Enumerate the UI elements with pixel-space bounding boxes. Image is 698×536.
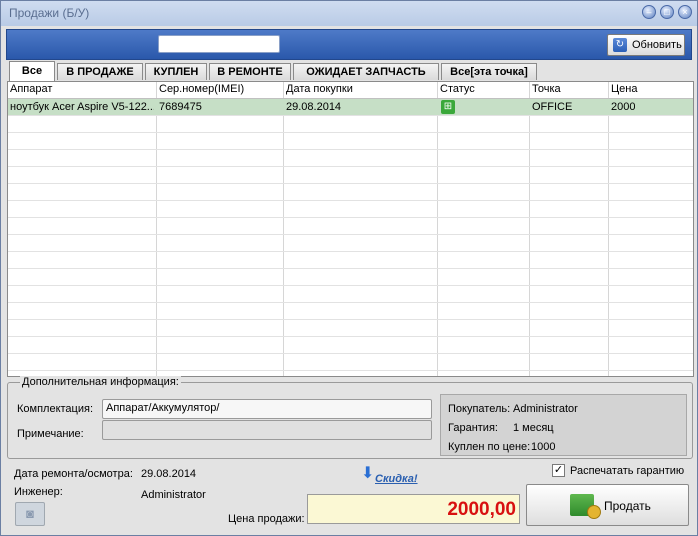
column-header[interactable]: Статус — [440, 83, 475, 95]
table-row[interactable] — [8, 116, 693, 133]
tab-bought[interactable]: КУПЛЕН — [145, 63, 207, 80]
bought-price-value: 1000 — [531, 441, 556, 453]
warranty-label: Гарантия: — [448, 422, 498, 434]
tab-in-repair[interactable]: В РЕМОНТЕ — [209, 63, 291, 80]
kit-field[interactable]: Аппарат/Аккумулятор/ — [102, 399, 432, 419]
table-row[interactable] — [8, 184, 693, 201]
table-row[interactable] — [8, 303, 693, 320]
buyer-info-box: Покупатель: Administrator Гарантия: 1 ме… — [440, 394, 687, 456]
note-label: Примечание: — [17, 428, 84, 440]
toolbar: ↻ Обновить — [6, 29, 692, 60]
buyer-value: Administrator — [513, 403, 578, 415]
table-row[interactable] — [8, 150, 693, 167]
tab-all-this-point[interactable]: Все[эта точка] — [441, 63, 537, 80]
sale-price-label: Цена продажи: — [228, 513, 305, 525]
column-header[interactable]: Дата покупки — [286, 83, 353, 95]
engineer-value: Administrator — [141, 489, 206, 501]
additional-info-legend: Дополнительная информация: — [20, 376, 181, 388]
refresh-button[interactable]: ↻ Обновить — [607, 34, 685, 56]
tab-for-sale[interactable]: В ПРОДАЖЕ — [57, 63, 143, 80]
discount-label: Скидка! — [375, 473, 418, 485]
additional-info-panel: Дополнительная информация: Комплектация:… — [7, 376, 693, 459]
warranty-value: 1 месяц — [513, 422, 554, 434]
table-row[interactable] — [8, 269, 693, 286]
items-grid[interactable]: Аппарат Сер.номер(IMEI) Дата покупки Ста… — [7, 81, 694, 377]
maximize-icon[interactable]: □ — [660, 5, 674, 19]
close-icon[interactable]: × — [678, 5, 692, 19]
search-input[interactable] — [158, 35, 280, 53]
column-header[interactable]: Точка — [532, 83, 561, 95]
bought-price-label: Куплен по цене: — [448, 441, 531, 453]
column-header[interactable]: Аппарат — [10, 83, 52, 95]
minimize-icon[interactable]: – — [642, 5, 656, 19]
sale-price-field[interactable]: 2000,00 — [307, 494, 520, 524]
buyer-label: Покупатель: — [448, 403, 511, 415]
table-row[interactable] — [8, 252, 693, 269]
table-row[interactable] — [8, 201, 693, 218]
window-title: Продажи (Б/У) — [9, 6, 90, 20]
table-row[interactable] — [8, 320, 693, 337]
print-warranty-label: Распечатать гарантию — [570, 465, 685, 477]
camera-icon[interactable]: ◙ — [15, 502, 45, 526]
repair-date-value: 29.08.2014 — [141, 468, 197, 480]
point-cell: OFFICE — [532, 101, 573, 113]
refresh-label: Обновить — [632, 39, 682, 51]
engineer-label: Инженер: — [14, 486, 63, 498]
print-warranty-checkbox[interactable]: ✓ — [552, 464, 565, 477]
table-row[interactable] — [8, 354, 693, 371]
table-row[interactable] — [8, 337, 693, 354]
table-row[interactable] — [8, 235, 693, 252]
price-cell: 2000 — [611, 101, 636, 113]
serial-cell: 7689475 — [159, 101, 202, 113]
table-row[interactable] — [8, 133, 693, 150]
device-cell: ноутбук Acer Aspire V5-122... — [10, 101, 154, 113]
note-field[interactable] — [102, 420, 432, 440]
tab-awaiting-part[interactable]: ОЖИДАЕТ ЗАПЧАСТЬ — [293, 63, 439, 80]
table-row[interactable] — [8, 218, 693, 235]
coin-icon — [587, 505, 601, 519]
table-row[interactable] — [8, 167, 693, 184]
repair-date-label: Дата ремонта/осмотра: — [14, 468, 133, 480]
sell-label: Продать — [604, 499, 651, 513]
sales-window: Продажи (Б/У) – □ × ↻ Обновить Все В ПРО… — [0, 0, 698, 536]
column-header[interactable]: Сер.номер(IMEI) — [159, 83, 244, 95]
refresh-icon: ↻ — [613, 38, 627, 52]
kit-label: Комплектация: — [17, 403, 94, 415]
cart-icon: ⊞ — [441, 100, 455, 114]
date-cell: 29.08.2014 — [286, 101, 342, 113]
table-row[interactable]: ноутбук Acer Aspire V5-122... 7689475 29… — [8, 99, 693, 116]
tab-all[interactable]: Все — [9, 61, 55, 81]
sell-button[interactable]: Продать — [526, 484, 689, 526]
title-bar: Продажи (Б/У) – □ × — [1, 1, 697, 26]
grid-header: Аппарат Сер.номер(IMEI) Дата покупки Ста… — [8, 82, 693, 99]
column-header[interactable]: Цена — [611, 83, 637, 95]
table-row[interactable] — [8, 286, 693, 303]
